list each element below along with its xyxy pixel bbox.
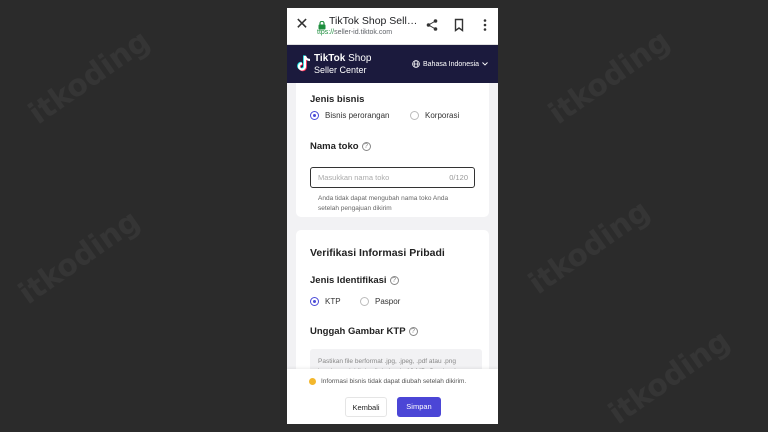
share-icon[interactable] [425,18,439,32]
warning-text: Informasi bisnis tidak dapat diubah sete… [321,378,467,385]
store-name-placeholder: Masukkan nama toko [318,173,390,182]
browser-toolbar: ✕ TikTok Shop Selle... ttps://seller-id.… [287,8,498,45]
radio-selected-icon [310,111,319,120]
url-scheme: ttps:// [317,29,335,36]
radio-bisnis-perorangan[interactable]: Bisnis perorangan [310,111,389,120]
radio-label: Paspor [375,297,401,306]
id-type-label: Jenis Identifikasi? [310,275,399,286]
globe-icon [412,60,420,68]
store-name-input[interactable]: Masukkan nama toko 0/120 [310,167,475,188]
language-label: Bahasa Indonesia [423,60,480,68]
language-selector[interactable]: Bahasa Indonesia [412,60,488,68]
help-icon[interactable]: ? [361,142,371,151]
tiktok-logo-icon [297,55,311,72]
radio-label: Korporasi [425,111,460,120]
form-footer: Informasi bisnis tidak dapat diubah sete… [287,369,498,424]
url-host: seller-id.tiktok.com [334,29,393,36]
business-type-label: Jenis bisnis [310,94,365,105]
brand-subtitle: Seller Center [314,65,367,75]
watermark: itkoding [542,23,677,132]
address-bar[interactable]: ttps://seller-id.tiktok.com [317,29,392,36]
radio-korporasi[interactable]: Korporasi [410,111,459,120]
submit-warning: Informasi bisnis tidak dapat diubah sete… [309,378,466,385]
watermark: itkoding [22,23,157,132]
bookmark-icon[interactable] [452,18,466,32]
store-name-label: Nama toko? [310,141,371,152]
business-info-card: Jenis bisnis Bisnis perorangan Korporasi… [296,83,489,217]
section-title: Verifikasi Informasi Pribadi [310,247,445,259]
seller-center-header: TikTok Shop Seller Center Bahasa Indones… [287,45,498,83]
store-name-hint: Anda tidak dapat mengubah nama toko Anda… [318,195,449,212]
store-name-label-text: Nama toko [310,141,359,152]
save-button[interactable]: Simpan [397,397,441,417]
close-icon[interactable]: ✕ [295,17,309,33]
phone-screen: ✕ TikTok Shop Selle... ttps://seller-id.… [287,8,498,424]
radio-paspor[interactable]: Paspor [360,297,400,306]
radio-unselected-icon [410,111,419,120]
watermark: itkoding [522,193,657,302]
upload-ktp-label: Unggah Gambar KTP? [310,326,418,337]
brand-name-bold: TikTok [314,53,346,64]
brand-name: TikTok Shop [314,53,371,64]
watermark: itkoding [12,203,147,312]
help-icon[interactable]: ? [408,327,418,336]
radio-selected-icon [310,297,319,306]
upload-ktp-label-text: Unggah Gambar KTP [310,326,406,337]
char-counter: 0/120 [449,173,468,182]
radio-unselected-icon [360,297,369,306]
radio-ktp[interactable]: KTP [310,297,341,306]
warning-dot-icon [309,378,316,385]
more-menu-icon[interactable] [478,18,492,32]
chevron-down-icon [482,62,488,66]
help-icon[interactable]: ? [389,276,399,285]
id-type-label-text: Jenis Identifikasi [310,275,387,286]
brand-name-rest: Shop [345,53,372,64]
radio-label: Bisnis perorangan [325,111,390,120]
watermark: itkoding [602,323,737,432]
radio-label: KTP [325,297,341,306]
back-button[interactable]: Kembali [345,397,387,417]
page-title: TikTok Shop Selle... [329,15,419,27]
